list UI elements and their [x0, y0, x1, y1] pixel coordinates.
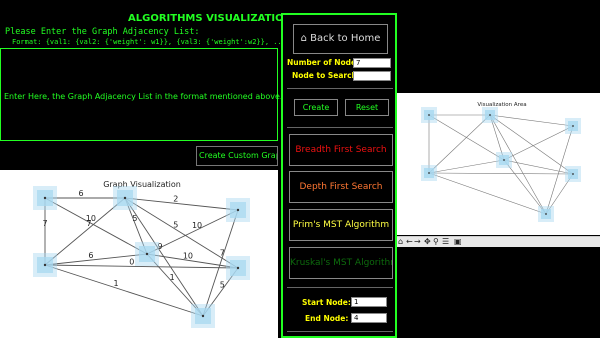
- home-icon[interactable]: ⌂: [398, 237, 403, 247]
- save-icon[interactable]: ▣: [454, 237, 462, 247]
- graph-edge: [44, 264, 204, 317]
- edge-weight-label: 6: [78, 189, 83, 198]
- control-panel: ⌂ Back to Home Number of Nodes: 7 Node t…: [281, 13, 397, 338]
- end-node-label: End Node:: [305, 314, 349, 323]
- edge-weight-label: 7: [42, 219, 47, 228]
- app-title: ALGORITHMS VISUALIZATION: [128, 13, 292, 24]
- graph-node: [135, 242, 159, 266]
- graph-node: [191, 304, 215, 328]
- graph-visualization-canvas: Graph Visualization 6271075591076011015: [33, 180, 250, 328]
- zoom-icon[interactable]: ⚲: [433, 237, 439, 247]
- create-button[interactable]: Create: [294, 99, 338, 116]
- back-icon[interactable]: ←: [406, 237, 413, 247]
- format-text: Format: {val1: {val2: {'weight': w1}}, {…: [12, 38, 291, 46]
- forward-icon[interactable]: →: [414, 237, 421, 247]
- graph-node: [226, 198, 250, 222]
- visualization-canvas: Visualization Area: [421, 102, 581, 222]
- graph-visualization-panel: Graph Visualization 6 2 7 10 7 5 5 9 10 7 6 0 1 10 1 5: [0, 170, 278, 338]
- end-node-input[interactable]: 4: [351, 313, 387, 323]
- viz-node: [565, 118, 581, 134]
- edge-weight-label: 1: [170, 273, 175, 282]
- edge-weight-label: 5: [220, 281, 225, 290]
- create-custom-graph-button[interactable]: Create Custom Graph: [196, 146, 278, 166]
- divider: [287, 287, 393, 288]
- kruskal-mst-button[interactable]: Kruskal's MST Algorithm: [289, 247, 393, 279]
- start-node-label: Start Node:: [302, 298, 351, 307]
- prim-mst-button[interactable]: Prim's MST Algorithm: [289, 209, 393, 241]
- edge-weight-label: 0: [129, 257, 134, 266]
- start-node-input[interactable]: 1: [351, 297, 387, 307]
- instruction-text: Please Enter the Graph Adjacency List:: [5, 27, 200, 37]
- graph-node: [113, 186, 137, 210]
- edge-weight-label: 10: [192, 221, 202, 230]
- edge-weight-label: 5: [173, 221, 178, 230]
- viz-node: [496, 152, 512, 168]
- viz-node: [565, 166, 581, 182]
- edge-weight-label: 7: [220, 249, 225, 258]
- graph-node: [33, 253, 57, 277]
- adjacency-list-input[interactable]: Enter Here, the Graph Adjacency List in …: [0, 48, 288, 141]
- edge-weight-label: 6: [88, 251, 93, 260]
- node-to-search-label: Node to Search:: [292, 71, 360, 80]
- edge-weight-label: 1: [114, 279, 119, 288]
- viz-edge: [428, 172, 574, 175]
- graph-edge: [146, 209, 239, 255]
- reset-button[interactable]: Reset: [345, 99, 389, 116]
- back-to-home-button[interactable]: ⌂ Back to Home: [293, 24, 388, 54]
- visualization-area: Visualization Area: [397, 93, 600, 235]
- divider: [287, 331, 393, 332]
- configure-icon[interactable]: ☰: [442, 237, 449, 247]
- bfs-button[interactable]: Breadth First Search: [289, 134, 393, 166]
- divider: [287, 88, 393, 89]
- edge-weight-label: 2: [173, 194, 178, 203]
- viz-edge: [503, 125, 574, 161]
- node-to-search-input[interactable]: [353, 71, 391, 81]
- pan-icon[interactable]: ✥: [424, 237, 431, 247]
- edge-weight-label: 10: [183, 251, 193, 260]
- viz-node: [421, 107, 437, 123]
- viz-edge: [428, 172, 547, 215]
- num-nodes-input[interactable]: 7: [353, 58, 391, 68]
- dfs-button[interactable]: Depth First Search: [289, 171, 393, 203]
- edge-weight-label: 7: [86, 219, 91, 228]
- viz-edge: [489, 114, 574, 127]
- divider: [287, 127, 393, 128]
- graph-node: [33, 186, 57, 210]
- plot-toolbar: ⌂ ← → ✥ ⚲ ☰ ▣: [397, 236, 600, 247]
- viz-node: [421, 165, 437, 181]
- viz-node: [538, 206, 554, 222]
- viz-edge: [503, 159, 547, 215]
- graph-node: [226, 256, 250, 280]
- viz-node: [482, 107, 498, 123]
- adjacency-list-placeholder: Enter Here, the Graph Adjacency List in …: [4, 92, 288, 101]
